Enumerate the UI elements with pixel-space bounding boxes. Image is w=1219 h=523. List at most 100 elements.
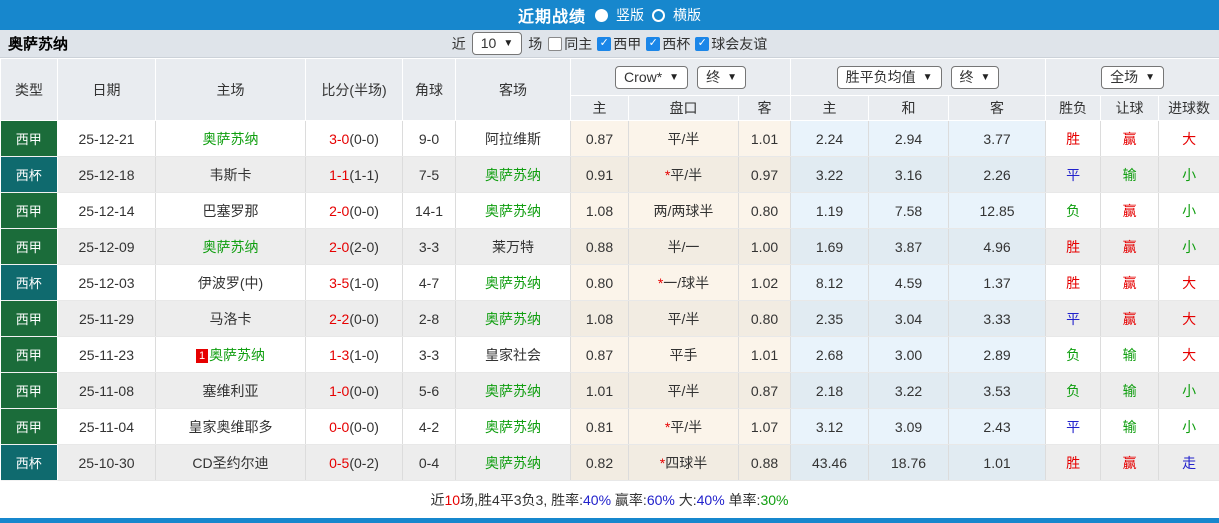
col-header-mean-host: 主: [791, 96, 869, 121]
cell-mean-lose: 4.96: [949, 229, 1046, 265]
cell-goals: 走: [1159, 445, 1219, 481]
cell-mean-lose: 3.77: [949, 121, 1046, 157]
cell-mean-lose: 12.85: [949, 193, 1046, 229]
cell-odds-away: 0.80: [739, 193, 791, 229]
team-title: 奥萨苏纳: [8, 33, 68, 54]
cell-corners: 3-3: [403, 229, 456, 265]
chevron-down-icon: ▼: [669, 68, 679, 87]
away-team-name: 奥萨苏纳: [485, 419, 541, 435]
layout-radio-selected[interactable]: [595, 9, 608, 22]
cell-handicap-result: 输: [1101, 157, 1159, 193]
away-team-name: 奥萨苏纳: [485, 311, 541, 327]
away-team-name: 阿拉维斯: [485, 131, 541, 147]
fulltime-score: 2-0: [329, 203, 349, 219]
results-table: 类型 日期 主场 比分(半场) 角球 客场 Crow* ▼ 终 ▼: [0, 58, 1219, 481]
col-header-mean-guest: 客: [949, 96, 1046, 121]
home-team-name: 奥萨苏纳: [203, 131, 259, 147]
cell-result: 胜: [1046, 229, 1101, 265]
mean-type-select[interactable]: 胜平负均值 ▼: [837, 66, 942, 89]
cell-mean-win: 8.12: [791, 265, 869, 301]
col-header-type: 类型: [1, 59, 58, 121]
summary-segment: 赢率:: [611, 492, 647, 508]
cell-handicap-result: 赢: [1101, 445, 1159, 481]
cell-mean-lose: 2.26: [949, 157, 1046, 193]
near-label: 近: [452, 34, 466, 54]
cell-result: 平: [1046, 157, 1101, 193]
red-card-badge: 1: [196, 349, 208, 363]
cell-odds-home: 0.87: [571, 337, 629, 373]
cell-result: 胜: [1046, 265, 1101, 301]
cell-date: 25-12-14: [58, 193, 156, 229]
cell-league-type: 西甲: [1, 121, 58, 157]
cell-handicap-result: 赢: [1101, 229, 1159, 265]
cell-corners: 9-0: [403, 121, 456, 157]
halftime-score: (1-0): [349, 275, 379, 291]
col-header-score: 比分(半场): [306, 59, 403, 121]
table-header: 类型 日期 主场 比分(半场) 角球 客场 Crow* ▼ 终 ▼: [1, 59, 1219, 121]
cell-mean-win: 1.19: [791, 193, 869, 229]
summary-segment: 近: [431, 492, 445, 508]
cell-home-team: 奥萨苏纳: [156, 121, 306, 157]
handicap-text: 平手: [670, 347, 698, 363]
cell-mean-draw: 7.58: [869, 193, 949, 229]
match-row: 西甲25-11-04皇家奥维耶多0-0(0-0)4-2奥萨苏纳0.81*平/半1…: [1, 409, 1219, 445]
checkbox[interactable]: [548, 37, 562, 51]
handicap-text: 四球半: [665, 455, 707, 471]
cell-goals: 小: [1159, 157, 1219, 193]
col-header-odds-guest: 客: [739, 96, 791, 121]
halftime-score: (0-0): [349, 203, 379, 219]
layout-radio-unselected[interactable]: [652, 9, 665, 22]
handicap-text: 平/半: [670, 167, 702, 183]
cell-odds-home: 0.91: [571, 157, 629, 193]
cell-mean-lose: 1.01: [949, 445, 1046, 481]
summary-segment: 40%: [583, 492, 611, 508]
check-icon: ✓: [649, 38, 658, 49]
cell-goals: 大: [1159, 337, 1219, 373]
check-icon: ✓: [600, 38, 609, 49]
table-body: 西甲25-12-21奥萨苏纳3-0(0-0)9-0阿拉维斯0.87平/半1.01…: [1, 121, 1219, 481]
away-team-name: 奥萨苏纳: [485, 275, 541, 291]
cell-mean-win: 2.18: [791, 373, 869, 409]
cell-goals: 小: [1159, 193, 1219, 229]
halftime-score: (0-0): [349, 311, 379, 327]
odds-state-select[interactable]: 终 ▼: [697, 66, 746, 89]
mean-state-select[interactable]: 终 ▼: [951, 66, 1000, 89]
cell-date: 25-11-29: [58, 301, 156, 337]
layout-radio-label: 竖版: [616, 5, 644, 25]
col-header-mean-draw: 和: [869, 96, 949, 121]
odds-company-select[interactable]: Crow* ▼: [615, 66, 688, 89]
handicap-text: 一/球半: [663, 275, 709, 291]
cell-home-team: 马洛卡: [156, 301, 306, 337]
cell-home-team: 伊波罗(中): [156, 265, 306, 301]
cell-home-team: 皇家奥维耶多: [156, 409, 306, 445]
cell-date: 25-12-03: [58, 265, 156, 301]
cell-mean-win: 2.68: [791, 337, 869, 373]
cell-odds-away: 0.88: [739, 445, 791, 481]
scope-select[interactable]: 全场 ▼: [1101, 66, 1164, 89]
halftime-score: (0-0): [349, 419, 379, 435]
mean-group-header: 胜平负均值 ▼ 终 ▼: [791, 59, 1046, 96]
cell-odds-away: 1.01: [739, 121, 791, 157]
cell-handicap: 半/一: [629, 229, 739, 265]
summary-segment: 40%: [697, 492, 725, 508]
handicap-text: 两/两球半: [654, 203, 714, 219]
match-row: 西甲25-11-231奥萨苏纳1-3(1-0)3-3皇家社会0.87平手1.01…: [1, 337, 1219, 373]
cell-date: 25-11-08: [58, 373, 156, 409]
cell-handicap-result: 赢: [1101, 193, 1159, 229]
cell-mean-lose: 3.53: [949, 373, 1046, 409]
match-count-select[interactable]: 10 ▼: [472, 32, 522, 55]
checkbox-label: 西杯: [662, 34, 690, 54]
checkbox[interactable]: ✓: [695, 37, 709, 51]
checkbox[interactable]: ✓: [646, 37, 660, 51]
col-header-odds-host: 主: [571, 96, 629, 121]
cell-odds-home: 0.82: [571, 445, 629, 481]
away-team-name: 奥萨苏纳: [485, 455, 541, 471]
cell-away-team: 奥萨苏纳: [456, 373, 571, 409]
cell-odds-home: 1.08: [571, 193, 629, 229]
halftime-score: (2-0): [349, 239, 379, 255]
checkbox[interactable]: ✓: [597, 37, 611, 51]
fulltime-score: 1-3: [329, 347, 349, 363]
home-team-name: 奥萨苏纳: [203, 239, 259, 255]
checkbox-label: 同主: [564, 34, 592, 54]
cell-away-team: 奥萨苏纳: [456, 409, 571, 445]
